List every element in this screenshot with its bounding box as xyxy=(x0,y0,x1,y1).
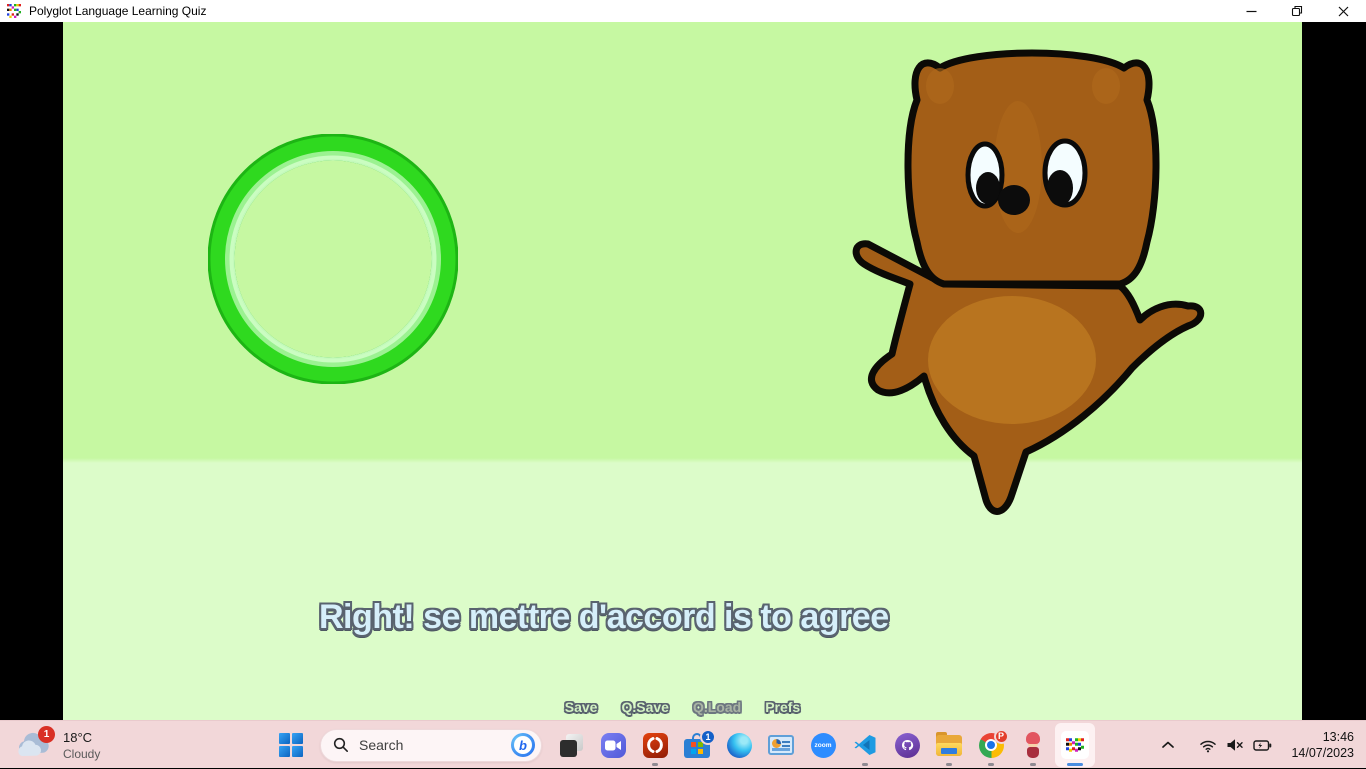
chat-app-button[interactable] xyxy=(593,723,633,767)
network-volume-battery-button[interactable] xyxy=(1194,725,1277,765)
running-indicator xyxy=(862,763,868,766)
window-titlebar: Polyglot Language Learning Quiz xyxy=(0,0,1366,22)
clock-time: 13:46 xyxy=(1291,729,1354,745)
taskbar-search[interactable]: b xyxy=(320,729,542,762)
polyglot-quiz-app-button[interactable] xyxy=(1055,723,1095,767)
running-indicator xyxy=(988,763,994,766)
zoom-app-button[interactable]: zoom xyxy=(803,723,843,767)
chrome-icon: P xyxy=(979,733,1004,758)
app-icon xyxy=(7,4,21,18)
file-explorer-button[interactable] xyxy=(929,723,969,767)
quick-load-button[interactable]: Q.Load xyxy=(693,699,741,715)
taskbar-center: b xyxy=(270,721,1096,769)
chevron-up-icon xyxy=(1161,739,1175,751)
game-stage[interactable]: Right! se mettre d'accord is to agree Sa… xyxy=(63,22,1302,720)
video-chat-icon xyxy=(601,733,626,758)
vscode-button[interactable] xyxy=(845,723,885,767)
quick-save-button[interactable]: Q.Save xyxy=(621,699,668,715)
zoom-icon: zoom xyxy=(811,733,836,758)
windows-logo-icon xyxy=(279,733,303,757)
start-button[interactable] xyxy=(271,723,311,767)
edge-icon xyxy=(727,733,752,758)
active-app-indicator xyxy=(1067,763,1083,766)
microsoft-store-button[interactable]: 1 xyxy=(677,723,717,767)
weather-alert-badge: 1 xyxy=(38,726,55,743)
search-input[interactable] xyxy=(359,737,489,753)
tray-overflow-button[interactable] xyxy=(1156,725,1180,765)
weather-condition: Cloudy xyxy=(63,747,100,761)
battery-icon xyxy=(1253,739,1272,752)
screen-capture-icon xyxy=(768,735,794,755)
chrome-profile-badge: P xyxy=(994,729,1009,744)
prefs-button[interactable]: Prefs xyxy=(765,699,800,715)
clock-widget[interactable]: 13:46 14/07/2023 xyxy=(1285,725,1366,766)
github-desktop-button[interactable] xyxy=(887,723,927,767)
close-button[interactable] xyxy=(1320,0,1366,22)
running-indicator xyxy=(946,763,952,766)
dialogue-text: Right! se mettre d'accord is to agree xyxy=(319,598,889,637)
bing-chat-icon[interactable]: b xyxy=(511,733,535,757)
close-icon xyxy=(1338,6,1349,17)
task-view-icon xyxy=(559,733,584,758)
weather-temperature: 18°C xyxy=(63,730,100,745)
microsoft-store-icon: 1 xyxy=(684,733,710,758)
minimize-icon xyxy=(1246,6,1257,17)
window-title: Polyglot Language Learning Quiz xyxy=(29,4,206,18)
restore-button[interactable] xyxy=(1274,0,1320,22)
quick-menu: Save Q.Save Q.Load Prefs xyxy=(63,699,1302,715)
vscode-icon xyxy=(853,733,877,757)
anime-app-button[interactable] xyxy=(1013,723,1053,767)
polyglot-quiz-icon xyxy=(1061,731,1089,759)
game-window: Right! se mettre d'accord is to agree Sa… xyxy=(0,22,1366,720)
clock-date: 14/07/2023 xyxy=(1291,745,1354,761)
quiz-mascot-character xyxy=(852,42,1217,517)
anime-character-icon xyxy=(1024,732,1042,758)
save-button[interactable]: Save xyxy=(565,699,598,715)
edge-browser-button[interactable] xyxy=(719,723,759,767)
window-controls xyxy=(1228,0,1366,22)
file-explorer-icon xyxy=(936,735,962,756)
running-indicator xyxy=(652,763,658,766)
minimize-button[interactable] xyxy=(1228,0,1274,22)
running-indicator xyxy=(1030,763,1036,766)
taskbar: 1 18°C Cloudy b xyxy=(0,720,1366,768)
camtasia-app-button[interactable] xyxy=(635,723,675,767)
search-icon xyxy=(333,737,349,753)
task-view-button[interactable] xyxy=(551,723,591,767)
cloud-icon: 1 xyxy=(14,728,54,762)
volume-muted-icon xyxy=(1226,738,1244,752)
wifi-icon xyxy=(1199,738,1217,753)
store-notification-badge: 1 xyxy=(700,729,716,745)
green-ring xyxy=(208,134,458,384)
screen-capture-app-button[interactable] xyxy=(761,723,801,767)
system-tray: 13:46 14/07/2023 xyxy=(1156,721,1366,769)
github-icon xyxy=(895,733,920,758)
restore-icon xyxy=(1291,5,1303,17)
weather-widget[interactable]: 1 18°C Cloudy xyxy=(6,721,108,769)
camtasia-icon xyxy=(643,733,668,758)
chrome-button[interactable]: P xyxy=(971,723,1011,767)
